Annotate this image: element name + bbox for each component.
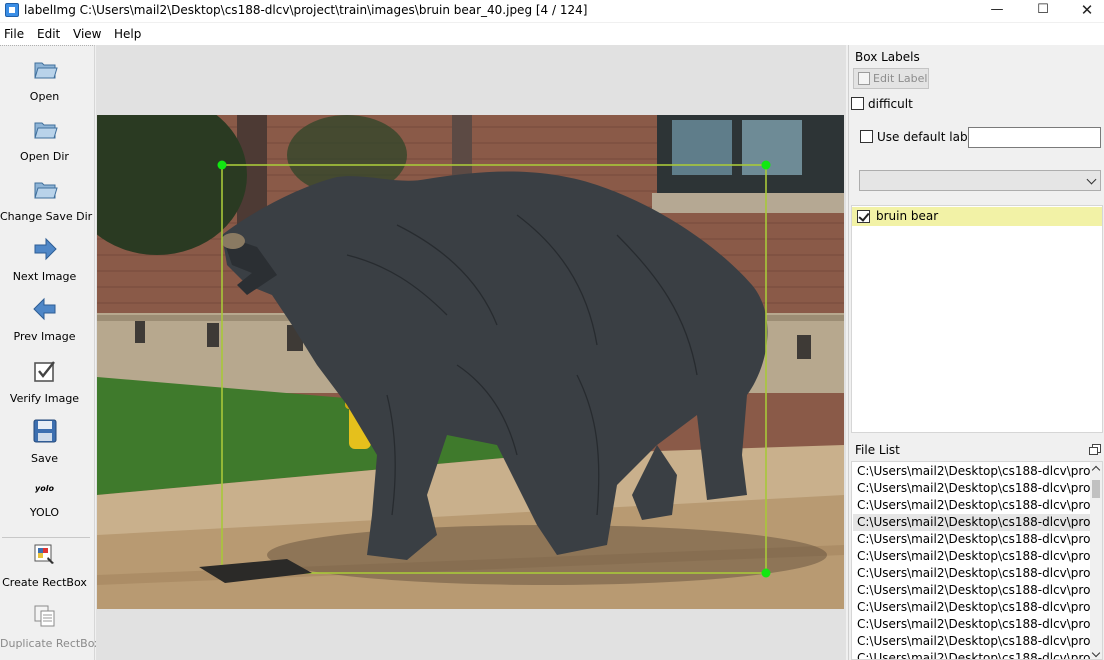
floppy-disk-icon (33, 419, 56, 443)
prev-image-button[interactable]: Prev Image (0, 296, 89, 343)
file-list-item-selected[interactable]: C:\Users\mail2\Desktop\cs188-dlcv\projec… (853, 514, 1093, 531)
file-list[interactable]: C:\Users\mail2\Desktop\cs188-dlcv\projec… (851, 461, 1103, 660)
next-image-label: Next Image (12, 270, 77, 283)
save-button[interactable]: Save (0, 418, 89, 465)
menu-file[interactable]: File (4, 27, 24, 41)
default-label-input[interactable] (968, 127, 1101, 148)
difficult-label: difficult (868, 97, 913, 111)
file-list-item[interactable]: C:\Users\mail2\Desktop\cs188-dlcv\projec… (853, 548, 1093, 565)
toolbar-separator (2, 537, 90, 538)
create-rectbox-label: Create RectBox (2, 576, 87, 589)
file-list-item[interactable]: C:\Users\mail2\Desktop\cs188-dlcv\projec… (853, 480, 1093, 497)
file-list-header: File List (849, 440, 1104, 460)
title-bar: labelImg C:\Users\mail2\Desktop\cs188-dl… (0, 0, 1104, 22)
toolbar: Open Open Dir Change Save Dir Next Image (0, 45, 101, 660)
open-dir-label: Open Dir (20, 150, 69, 163)
change-save-dir-label: Change Save Dir (0, 210, 93, 223)
file-list-item[interactable]: C:\Users\mail2\Desktop\cs188-dlcv\projec… (853, 582, 1093, 599)
file-list-item[interactable]: C:\Users\mail2\Desktop\cs188-dlcv\projec… (853, 616, 1093, 633)
label-list-item[interactable]: bruin bear (852, 207, 1102, 226)
file-list-title: File List (855, 443, 900, 457)
prev-image-label: Prev Image (13, 330, 76, 343)
checkbox-verify-icon (33, 361, 55, 382)
folder-open-icon (33, 182, 58, 199)
format-label: YOLO (29, 506, 60, 519)
edit-label-text: Edit Label (873, 72, 928, 85)
open-label: Open (29, 90, 60, 103)
next-image-button[interactable]: Next Image (0, 236, 89, 283)
folder-open-icon (33, 122, 58, 139)
scroll-down-icon[interactable] (1091, 648, 1101, 658)
copy-icon (34, 605, 54, 627)
box-labels-title: Box Labels (855, 50, 920, 64)
file-list-item[interactable]: C:\Users\mail2\Desktop\cs188-dlcv\projec… (853, 463, 1093, 480)
maximize-button[interactable]: ☐ (1020, 0, 1066, 22)
file-list-scrollbar[interactable] (1090, 462, 1102, 659)
arrow-right-icon (34, 237, 57, 261)
duplicate-rectbox-button[interactable]: Duplicate RectBox (0, 603, 101, 650)
label-visible-checkbox[interactable] (857, 210, 870, 223)
menu-edit[interactable]: Edit (37, 27, 60, 41)
label-list[interactable]: bruin bear (851, 205, 1103, 433)
label-item-text: bruin bear (876, 209, 939, 223)
verify-image-label: Verify Image (9, 392, 80, 405)
undock-icon[interactable] (1089, 444, 1101, 455)
scroll-up-icon[interactable] (1091, 465, 1101, 475)
chevron-down-icon[interactable] (1086, 174, 1097, 185)
file-list-item[interactable]: C:\Users\mail2\Desktop\cs188-dlcv\projec… (853, 565, 1093, 582)
duplicate-rectbox-label: Duplicate RectBox (0, 637, 101, 650)
save-label: Save (30, 452, 58, 465)
scroll-thumb[interactable] (1092, 480, 1100, 498)
bear-photo[interactable] (97, 115, 844, 609)
yolo-icon-text: yolo (35, 484, 54, 493)
use-default-label-checkbox[interactable] (860, 130, 873, 143)
edit-pencil-icon (858, 72, 870, 85)
difficult-checkbox[interactable] (851, 97, 864, 110)
label-combo-box[interactable] (859, 170, 1101, 191)
close-button[interactable]: ✕ (1064, 0, 1104, 22)
file-list-item[interactable]: C:\Users\mail2\Desktop\cs188-dlcv\projec… (853, 531, 1093, 548)
bear-statue-image (97, 115, 844, 609)
file-list-item[interactable]: C:\Users\mail2\Desktop\cs188-dlcv\projec… (853, 599, 1093, 616)
open-dir-button[interactable]: Open Dir (0, 116, 89, 163)
draw-rect-icon (34, 544, 54, 564)
image-canvas[interactable] (96, 45, 846, 660)
create-rectbox-button[interactable]: Create RectBox (0, 542, 89, 589)
labelimg-window: labelImg C:\Users\mail2\Desktop\cs188-dl… (0, 0, 1104, 660)
yolo-format-icon: yolo (32, 482, 58, 496)
change-save-dir-button[interactable]: Change Save Dir (0, 176, 93, 223)
right-dock: Box Labels Edit Label difficult Use defa… (848, 45, 1104, 660)
format-yolo-button[interactable]: yolo YOLO (0, 482, 89, 519)
verify-image-button[interactable]: Verify Image (0, 358, 89, 405)
use-default-label-text: Use default label (877, 130, 979, 144)
edit-label-button[interactable]: Edit Label (853, 68, 929, 89)
menu-view[interactable]: View (73, 27, 101, 41)
app-icon (5, 3, 19, 17)
file-list-item[interactable]: C:\Users\mail2\Desktop\cs188-dlcv\projec… (853, 497, 1093, 514)
folder-open-icon (33, 62, 58, 79)
file-list-item[interactable]: C:\Users\mail2\Desktop\cs188-dlcv\projec… (853, 633, 1093, 650)
menu-help[interactable]: Help (114, 27, 141, 41)
window-title: labelImg C:\Users\mail2\Desktop\cs188-dl… (24, 3, 588, 17)
open-button[interactable]: Open (0, 56, 89, 103)
minimize-button[interactable]: — (974, 0, 1020, 22)
file-list-item[interactable]: C:\Users\mail2\Desktop\cs188-dlcv\projec… (853, 650, 1093, 659)
arrow-left-icon (32, 297, 55, 321)
menu-bar: File Edit View Help (0, 23, 1104, 45)
